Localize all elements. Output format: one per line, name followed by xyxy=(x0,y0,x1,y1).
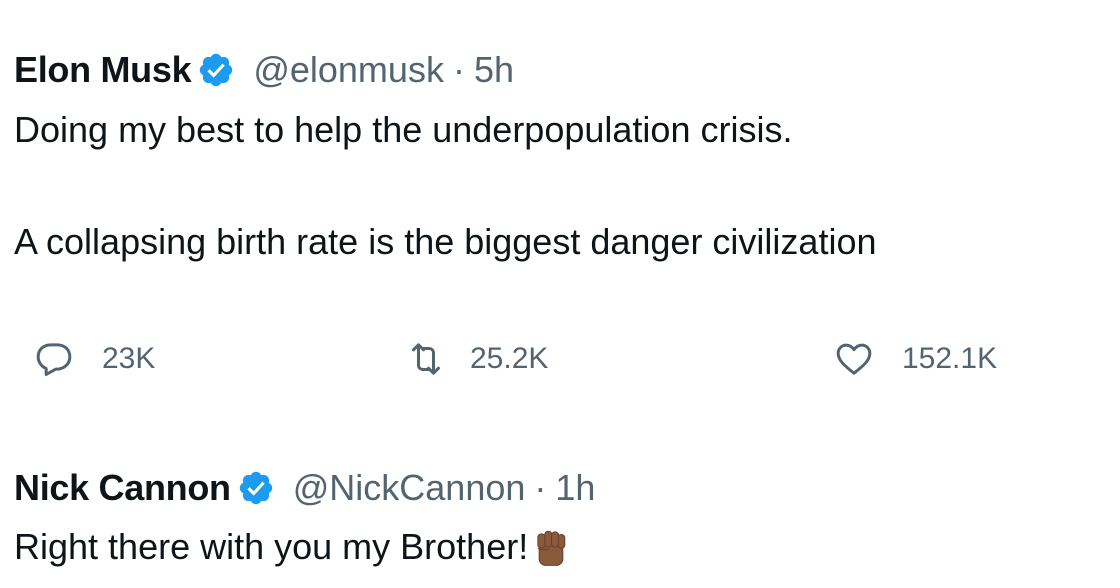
tweet-timestamp[interactable]: 5h xyxy=(474,49,514,91)
tweet-nick-cannon[interactable]: Nick Cannon @NickCannon · 1h Right there… xyxy=(14,462,1120,568)
raised-fist-emoji-icon xyxy=(537,530,566,566)
like-button[interactable]: 152.1K xyxy=(834,334,997,384)
like-count: 152.1K xyxy=(902,342,998,375)
author-name[interactable]: Nick Cannon xyxy=(14,467,231,509)
tweet-text-line-1: Doing my best to help the underpopulatio… xyxy=(14,109,793,150)
separator-dot: · xyxy=(452,49,465,90)
reply-button[interactable]: 23K xyxy=(34,334,155,384)
retweet-icon xyxy=(412,343,440,375)
retweet-button[interactable]: 25.2K xyxy=(406,334,548,384)
tweet-elon-musk[interactable]: Elon Musk @elonmusk · 5h Doing my best t… xyxy=(14,44,1120,376)
verified-badge-icon xyxy=(239,471,272,505)
author-name[interactable]: Elon Musk xyxy=(14,49,192,91)
author-handle[interactable]: @elonmusk xyxy=(253,49,444,91)
tweet-text-line-2: A collapsing birth rate is the biggest d… xyxy=(14,221,877,262)
separator-dot: · xyxy=(534,467,547,508)
verified-badge-icon xyxy=(200,53,233,87)
retweet-count: 25.2K xyxy=(470,342,549,375)
tweet-text-line-1: Right there with you my Brother! xyxy=(14,526,1120,568)
tweet-header: Elon Musk @elonmusk · 5h xyxy=(14,44,1120,96)
reply-count: 23K xyxy=(102,342,156,375)
tweet-actions: 23K 25.2K 152.1K xyxy=(14,334,1120,384)
author-handle[interactable]: @NickCannon xyxy=(293,467,526,509)
heart-icon xyxy=(836,343,872,375)
speech-bubble-icon xyxy=(36,343,72,376)
tweet-timestamp[interactable]: 1h xyxy=(555,467,595,509)
tweet-text: Right there with you my Brother! xyxy=(14,526,529,567)
tweet-header: Nick Cannon @NickCannon · 1h xyxy=(14,462,1120,514)
